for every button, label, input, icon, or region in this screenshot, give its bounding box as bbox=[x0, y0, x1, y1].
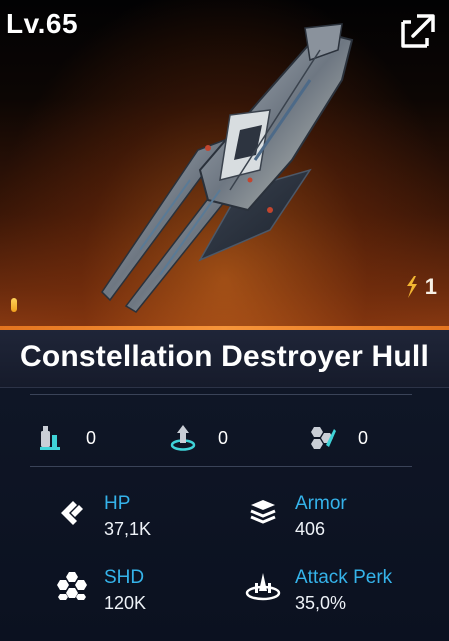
stat-attack-perk: Attack Perk 35,0% bbox=[243, 566, 392, 616]
item-name: Constellation Destroyer Hull bbox=[19, 340, 429, 373]
stat-shd: SHD 120K bbox=[52, 566, 146, 616]
shd-icon bbox=[52, 566, 92, 606]
mini-stat-deploy: 0 bbox=[168, 420, 228, 456]
deploy-icon bbox=[170, 425, 196, 451]
armor-icon bbox=[243, 492, 283, 532]
expand-icon[interactable] bbox=[399, 12, 437, 50]
module-icon bbox=[40, 426, 60, 450]
lightning-icon bbox=[406, 276, 417, 298]
hp-label: HP bbox=[104, 493, 131, 514]
attack-perk-value: 35,0% bbox=[295, 593, 347, 613]
level-label: Lv.65 bbox=[6, 8, 79, 39]
mini-stat-value: 0 bbox=[218, 427, 229, 448]
divider-middle bbox=[30, 466, 412, 467]
ship-hull-image bbox=[101, 23, 354, 313]
mini-stat-value: 0 bbox=[358, 427, 369, 448]
stack-count: 1 bbox=[405, 274, 437, 300]
cluster-icon bbox=[311, 427, 336, 449]
hp-value: 37,1K bbox=[104, 519, 152, 539]
divider-top bbox=[30, 394, 412, 395]
rarity-pip bbox=[11, 298, 17, 312]
hp-icon bbox=[52, 492, 92, 532]
armor-label: Armor bbox=[295, 493, 347, 514]
mini-stat-value: 0 bbox=[86, 427, 97, 448]
shd-label: SHD bbox=[104, 567, 145, 588]
attack-perk-icon bbox=[243, 566, 283, 606]
armor-value: 406 bbox=[295, 519, 326, 539]
count-value: 1 bbox=[424, 274, 437, 299]
item-detail-card: Lv.65 1 Constellation Destroyer Hull 0 0… bbox=[0, 0, 449, 641]
stat-hp: HP 37,1K bbox=[52, 492, 151, 542]
shd-value: 120K bbox=[104, 593, 147, 613]
mini-stat-cluster: 0 bbox=[306, 420, 368, 456]
mini-stat-module: 0 bbox=[36, 420, 96, 456]
attack-perk-label: Attack Perk bbox=[295, 567, 393, 588]
stat-armor: Armor 406 bbox=[243, 492, 347, 542]
